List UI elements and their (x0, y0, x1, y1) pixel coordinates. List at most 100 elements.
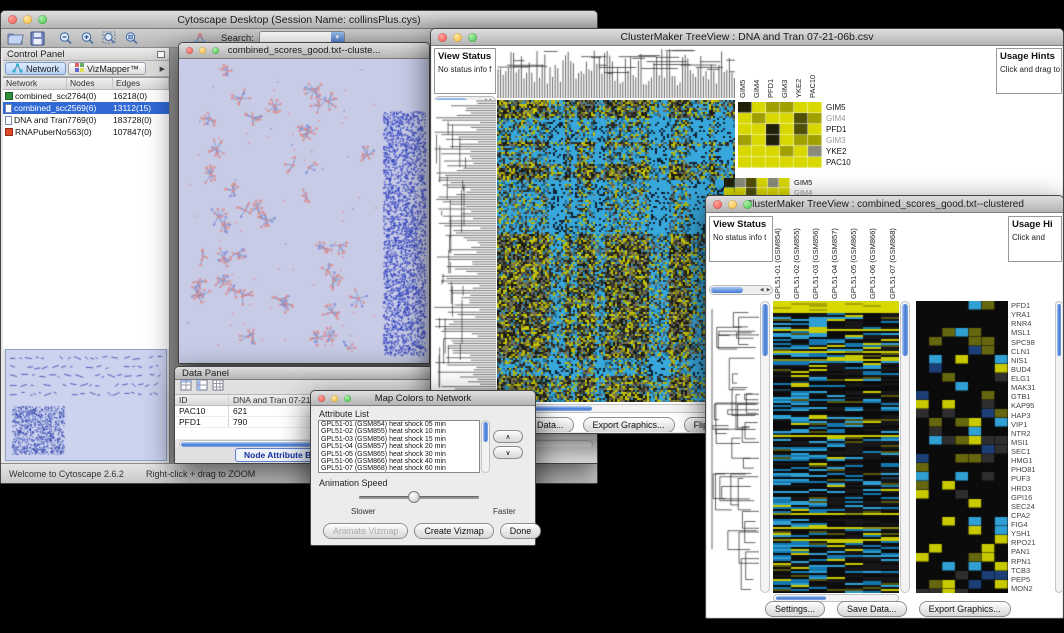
minimize-button[interactable] (331, 395, 338, 402)
gene-label[interactable]: PUF3 (1011, 474, 1055, 483)
network-row[interactable]: combined_scores2764(0)16218(0) (3, 90, 169, 102)
gene-label[interactable]: SPC98 (1011, 338, 1055, 347)
network-row[interactable]: RNAPuberNov2563(0)107847(0) (3, 126, 169, 138)
close-button[interactable] (713, 200, 722, 209)
save-icon[interactable] (29, 30, 46, 46)
treeview-button[interactable]: Settings... (765, 601, 825, 617)
gene-label[interactable]: GPI16 (1011, 493, 1055, 502)
col-nodes[interactable]: Nodes (67, 78, 113, 89)
treeview-button[interactable]: Export Graphics... (583, 417, 675, 432)
gene-label[interactable]: TCB3 (1011, 566, 1055, 575)
gene-label[interactable]: PHO81 (1011, 465, 1055, 474)
animation-speed-slider[interactable] (359, 490, 479, 504)
cytoscape-titlebar[interactable]: Cytoscape Desktop (Session Name: collins… (1, 11, 597, 29)
treeview1-titlebar[interactable]: ClusterMaker TreeView : DNA and Tran 07-… (431, 29, 1063, 46)
maximize-button[interactable] (344, 395, 351, 402)
gene-label[interactable]: RNR4 (1011, 319, 1055, 328)
close-button[interactable] (318, 395, 325, 402)
zoom-selected-icon[interactable] (123, 30, 140, 46)
zoom-heatmap-canvas[interactable] (916, 301, 1008, 593)
gene-label[interactable]: CPA2 (1011, 511, 1055, 520)
gene-label[interactable]: PFD1 (826, 124, 876, 135)
tab-vizmapper[interactable]: VizMapper™ (68, 62, 146, 75)
attribute-item[interactable]: GPL51-05 (GSM865) heat shock 30 min (321, 451, 479, 458)
network-row[interactable]: combined_sco2569(6)13112(15) (3, 102, 169, 114)
move-down-button[interactable]: ∨ (493, 446, 523, 459)
gene-label[interactable]: FIG4 (1011, 520, 1055, 529)
treeview-button[interactable]: Save Data... (837, 601, 907, 617)
scroll-left-icon[interactable]: ◀ (758, 286, 765, 294)
gene-label[interactable]: HAP3 (1011, 411, 1055, 420)
gene-label[interactable]: PAN1 (1011, 547, 1055, 556)
gene-dendrogram-canvas[interactable] (709, 301, 759, 593)
zoom-heatmap-canvas[interactable] (738, 102, 822, 168)
gene-label[interactable]: SEC1 (1011, 447, 1055, 456)
treeview2-titlebar[interactable]: ClusterMaker TreeView : combined_scores_… (706, 196, 1063, 213)
dialog-button[interactable]: Create Vizmap (414, 523, 493, 539)
gene-label[interactable]: BUD4 (1011, 365, 1055, 374)
attribute-item[interactable]: GPL51-06 (GSM866) heat shock 40 min (321, 458, 479, 465)
view-status-scrollbar[interactable]: ◀ ▶ (709, 285, 773, 295)
treeview-button[interactable]: Export Graphics... (919, 601, 1011, 617)
global-heatmap-canvas[interactable] (497, 100, 735, 402)
array-dendrogram-canvas[interactable] (497, 48, 735, 98)
float-panel-icon[interactable] (157, 51, 165, 58)
attribute-table-icon[interactable] (180, 378, 192, 396)
gene-label[interactable]: YKE2 (826, 146, 876, 157)
network-graph-canvas[interactable] (179, 59, 429, 363)
gene-label[interactable]: NTR2 (1011, 429, 1055, 438)
attribute-item[interactable]: GPL51-04 (GSM857) heat shock 20 min (321, 443, 479, 450)
minimize-button[interactable] (23, 15, 32, 24)
gene-label[interactable]: NIS1 (1011, 356, 1055, 365)
attribute-item[interactable]: GPL51-01 (GSM854) heat shock 05 min (321, 421, 479, 428)
attribute-item[interactable]: GPL51-07 (GSM868) heat shock 60 min (321, 465, 479, 472)
minimize-button[interactable] (728, 200, 737, 209)
attribute-list[interactable]: GPL51-01 (GSM854) heat shock 05 minGPL51… (318, 420, 480, 473)
gene-label[interactable]: HMG1 (1011, 456, 1055, 465)
maximize-button[interactable] (212, 47, 219, 54)
attribute-item[interactable]: GPL51-03 (GSM856) heat shock 15 min (321, 436, 479, 443)
gene-label[interactable]: MAK31 (1011, 383, 1055, 392)
tab-network[interactable]: Network (5, 62, 66, 75)
attribute-list-scrollbar[interactable] (481, 420, 490, 473)
dialog-button[interactable]: Done (500, 523, 542, 539)
close-button[interactable] (438, 33, 447, 42)
open-folder-icon[interactable] (7, 30, 24, 46)
dialog-button[interactable]: Animate Vizmap (323, 523, 408, 539)
gene-list-vscrollbar[interactable] (1055, 301, 1062, 593)
gene-label[interactable]: YSH1 (1011, 529, 1055, 538)
col-id[interactable]: ID (175, 395, 229, 405)
scrollbar-thumb[interactable] (711, 287, 743, 293)
tab-overflow-icon[interactable]: ▶ (160, 65, 167, 73)
close-button[interactable] (8, 15, 17, 24)
gene-label[interactable]: GTB1 (1011, 392, 1055, 401)
gene-label[interactable]: GIM4 (826, 113, 876, 124)
gene-label[interactable]: GIM5 (794, 178, 840, 188)
dendrogram-vscrollbar[interactable] (760, 301, 770, 593)
zoom-in-icon[interactable] (79, 30, 96, 46)
gene-label[interactable]: PEP5 (1011, 575, 1055, 584)
gene-dendrogram-canvas[interactable] (434, 100, 496, 402)
global-heatmap-canvas[interactable] (773, 301, 899, 593)
gene-label[interactable]: YRA1 (1011, 310, 1055, 319)
gene-label[interactable]: PAC10 (826, 157, 876, 168)
attribute-item[interactable]: GPL51-02 (GSM855) heat shock 10 min (321, 428, 479, 435)
matrix-icon[interactable] (212, 378, 224, 396)
network-view-titlebar[interactable]: combined_scores_good.txt--cluste... (179, 43, 429, 59)
slider-thumb[interactable] (408, 491, 420, 503)
gene-label[interactable]: MSL1 (1011, 328, 1055, 337)
col-edges[interactable]: Edges (113, 78, 169, 89)
gene-label[interactable]: RPN1 (1011, 557, 1055, 566)
gene-label[interactable]: ELG1 (1011, 374, 1055, 383)
gene-label[interactable]: KAP95 (1011, 401, 1055, 410)
maximize-button[interactable] (38, 15, 47, 24)
zoom-out-icon[interactable] (57, 30, 74, 46)
network-overview-panel[interactable] (5, 349, 167, 461)
minimize-button[interactable] (199, 47, 206, 54)
network-overview-canvas[interactable] (6, 350, 166, 458)
gene-label[interactable]: MSI1 (1011, 438, 1055, 447)
move-up-button[interactable]: ∧ (493, 430, 523, 443)
dialog-titlebar[interactable]: Map Colors to Network (311, 391, 535, 406)
gene-label[interactable]: PFD1 (1011, 301, 1055, 310)
heatmap-vscrollbar[interactable] (900, 301, 910, 593)
